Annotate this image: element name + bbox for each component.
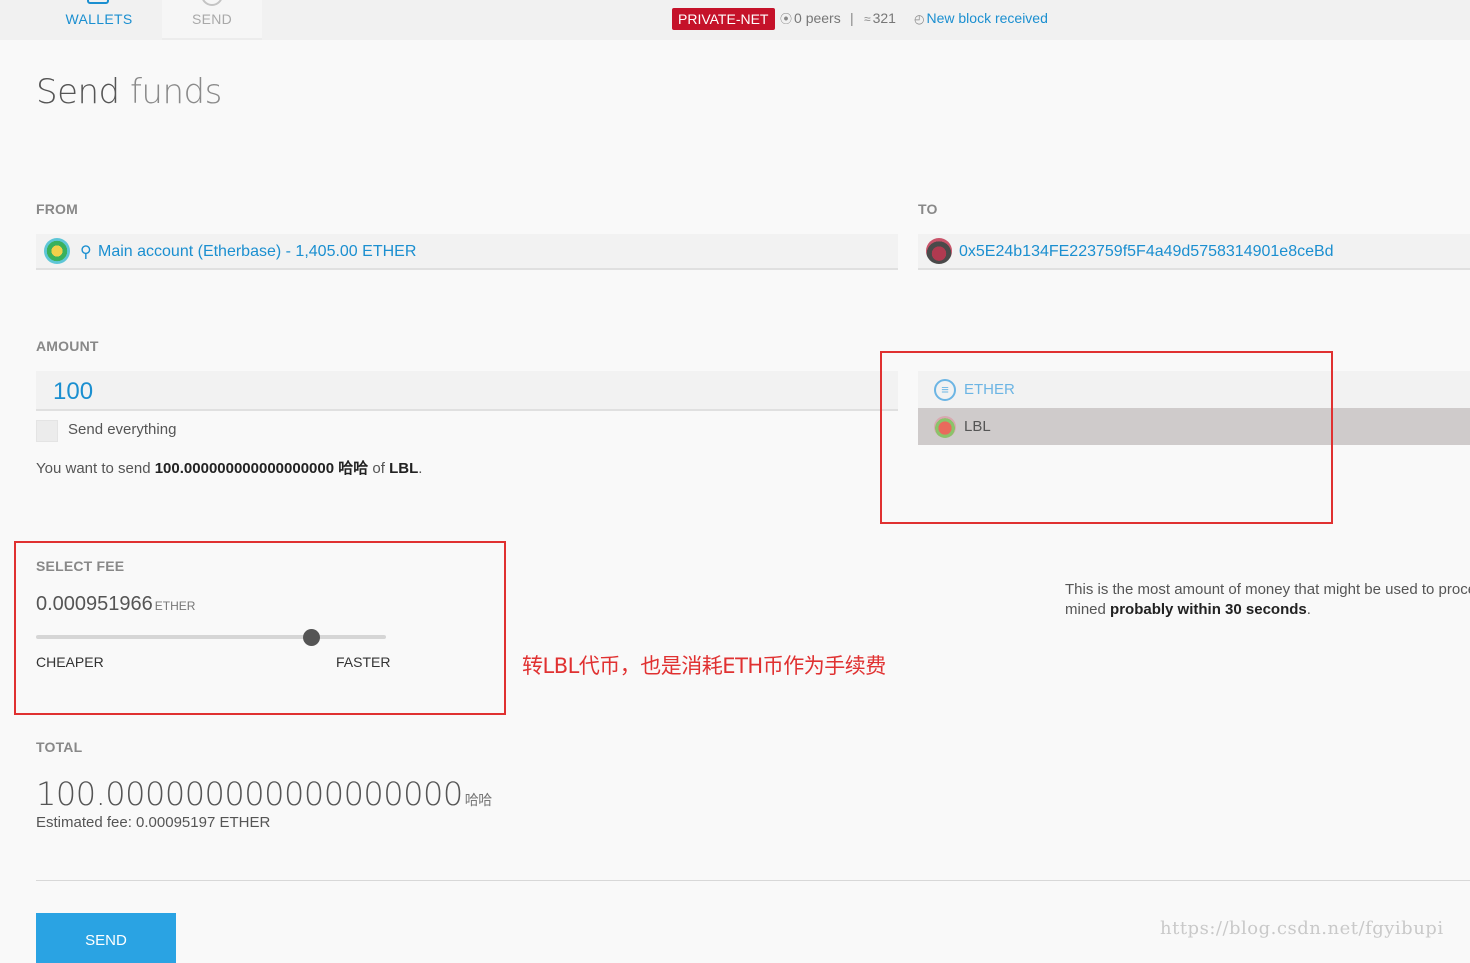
tab-send-label: SEND: [191, 11, 233, 27]
send-button-label: SEND: [85, 932, 127, 949]
layers-icon: ≈: [864, 12, 871, 26]
send-icon: [201, 0, 223, 6]
tab-wallets-label: WALLETS: [65, 11, 133, 27]
tab-send[interactable]: SEND: [162, 0, 262, 40]
to-address: 0x5E24b134FE223759f5F4a49d5758314901e8ce…: [959, 243, 1334, 260]
annotation-box-fee: [14, 541, 506, 715]
wallet-icon: [87, 0, 109, 4]
network-badge: PRIVATE-NET: [672, 8, 775, 30]
block-message: New block received: [926, 10, 1048, 26]
send-button[interactable]: SEND: [36, 913, 176, 963]
watermark: https://blog.csdn.net/fgyibupi: [1160, 918, 1444, 939]
page-title-light: funds: [129, 72, 222, 112]
amount-summary: You want to send 100.000000000000000000 …: [36, 460, 423, 477]
estimated-fee: Estimated fee: 0.00095197 ETHER: [36, 814, 271, 831]
fee-note: This is the most amount of money that mi…: [1065, 580, 1470, 620]
signal-icon: ⦿: [780, 12, 793, 26]
block-number: 321: [872, 10, 896, 26]
from-account: Main account (Etherbase) - 1,405.00 ETHE…: [98, 243, 417, 260]
page-title-strong: Send: [36, 72, 120, 112]
annotation-box-tokens: [880, 351, 1333, 524]
peers-status: ⦿ 0 peers: [780, 10, 841, 27]
block-message-status: ◴ New block received: [914, 10, 1048, 26]
key-icon: ⚲: [80, 244, 92, 261]
to-identicon: [926, 238, 952, 264]
amount-input[interactable]: [36, 371, 898, 411]
page-title: Send funds: [36, 72, 222, 112]
to-label: TO: [918, 201, 938, 217]
peers-count: 0 peers: [794, 10, 841, 26]
amount-label: AMOUNT: [36, 338, 99, 354]
clock-icon: ◴: [914, 12, 925, 26]
fee-note-line2: mined probably within 30 seconds.: [1065, 601, 1311, 618]
total-label: TOTAL: [36, 739, 83, 755]
send-everything-checkbox[interactable]: [36, 420, 58, 442]
amount-value: 100: [53, 378, 94, 405]
divider: [36, 880, 1470, 881]
status-separator: |: [850, 10, 854, 26]
from-label: FROM: [36, 201, 79, 217]
summary-amount: 100.000000000000000000 哈哈: [154, 460, 369, 477]
total-amount: 100.000000000000000000: [36, 775, 463, 813]
summary-token: LBL: [389, 460, 419, 477]
send-everything-label: Send everything: [68, 421, 177, 438]
tab-send-underline: [162, 38, 262, 40]
total-value: 100.000000000000000000 哈哈: [36, 775, 492, 813]
block-status: ≈321: [864, 10, 896, 26]
fee-note-line1: This is the most amount of money that mi…: [1065, 581, 1470, 598]
annotation-text: 转LBL代币，也是消耗ETH币作为手续费: [522, 654, 886, 678]
tab-wallets[interactable]: WALLETS: [49, 0, 149, 40]
from-identicon: [44, 238, 70, 264]
total-unit: 哈哈: [464, 793, 493, 809]
